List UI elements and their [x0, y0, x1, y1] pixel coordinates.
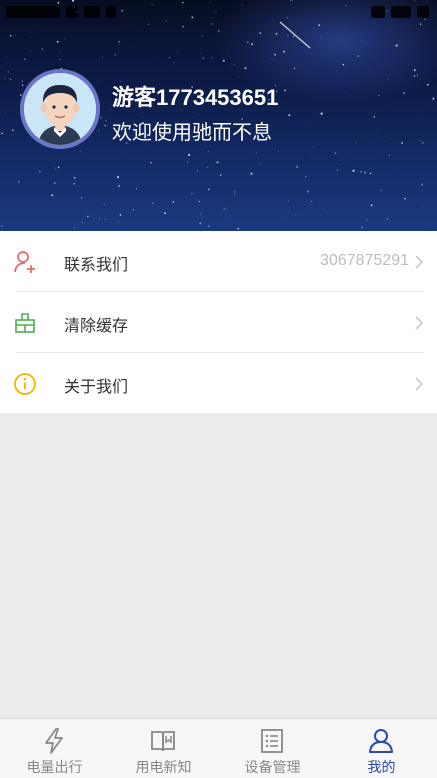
- info-icon: [14, 373, 36, 395]
- profile-header: 游客1773453651 欢迎使用驰而不息: [0, 0, 437, 231]
- contact-number: 3067875291: [320, 252, 409, 269]
- menu-item-label: 联系我们: [64, 255, 129, 274]
- tab-power-travel[interactable]: 电量出行: [0, 719, 109, 778]
- status-icons-left: [6, 6, 116, 18]
- lightning-icon: [45, 728, 63, 754]
- book-icon: [151, 731, 175, 752]
- menu-item-contact-us[interactable]: 联系我们 3067875291: [0, 231, 437, 291]
- avatar-face-icon: [24, 73, 96, 145]
- person-icon: [369, 729, 393, 753]
- user-name: 游客1773453651: [112, 85, 279, 110]
- add-user-icon: [14, 251, 35, 273]
- menu-item-clear-cache[interactable]: 清除缓存: [0, 292, 437, 352]
- avatar[interactable]: [20, 69, 100, 149]
- tab-electricity-knowledge[interactable]: 用电新知: [109, 719, 218, 778]
- tab-mine[interactable]: 我的: [327, 719, 436, 778]
- settings-menu: 联系我们 3067875291 清除缓存 关于我们: [0, 231, 437, 413]
- tab-label: 设备管理: [244, 760, 301, 776]
- status-bar: [0, 0, 437, 26]
- welcome-text: 欢迎使用驰而不息: [112, 120, 272, 144]
- bottom-tab-bar: 电量出行 用电新知 设备管理 我的: [0, 718, 437, 778]
- tab-label: 用电新知: [135, 760, 192, 776]
- tab-label: 我的: [367, 760, 396, 776]
- list-icon: [261, 729, 283, 753]
- menu-item-about-us[interactable]: 关于我们: [0, 353, 437, 413]
- menu-item-label: 清除缓存: [64, 316, 129, 335]
- status-icons-right: [371, 6, 429, 18]
- chevron-right-icon: [415, 377, 424, 391]
- tab-device-management[interactable]: 设备管理: [218, 719, 327, 778]
- menu-item-label: 关于我们: [64, 377, 129, 396]
- chevron-right-icon: [415, 316, 424, 330]
- broom-icon: [15, 313, 35, 333]
- chevron-right-icon: [415, 255, 424, 269]
- tab-label: 电量出行: [26, 760, 83, 776]
